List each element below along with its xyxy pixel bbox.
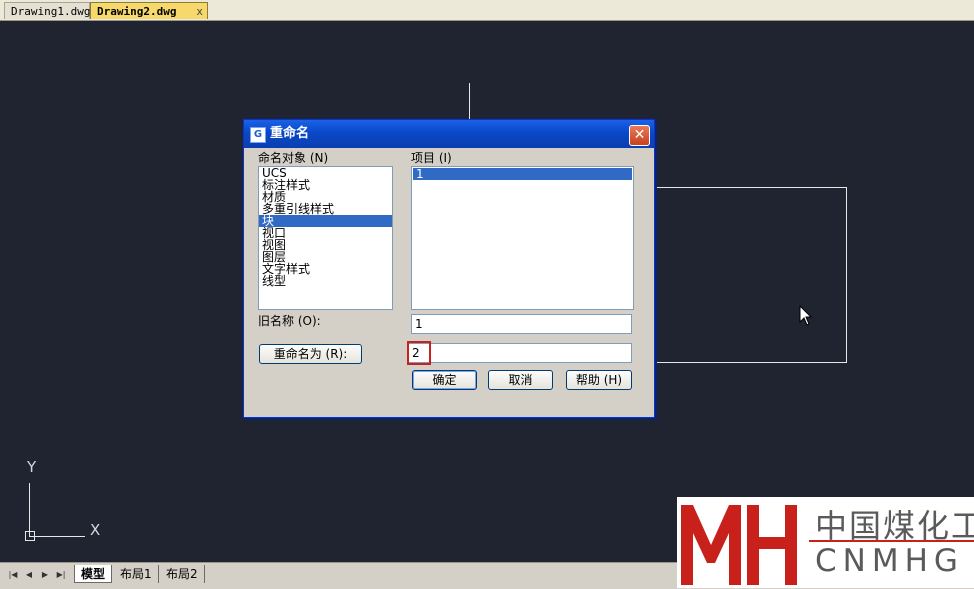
ucs-origin-box bbox=[25, 531, 35, 541]
drawing-line-vertical bbox=[469, 83, 470, 123]
watermark-english-text: CNMHG bbox=[815, 543, 964, 579]
tab-model[interactable]: 模型 bbox=[74, 565, 113, 583]
rename-to-button[interactable]: 重命名为 (R): bbox=[259, 344, 362, 364]
list-item-selected[interactable]: 1 bbox=[413, 168, 632, 180]
ok-button[interactable]: 确定 bbox=[412, 370, 477, 390]
dialog-title-bar[interactable]: G 重命名 ✕ bbox=[244, 120, 654, 148]
rename-to-field[interactable]: 2 bbox=[408, 343, 632, 363]
mouse-pointer-icon bbox=[799, 305, 813, 326]
list-item[interactable]: 多重引线样式 bbox=[259, 203, 392, 215]
tab-label: Drawing1.dwg bbox=[11, 5, 91, 18]
ucs-y-label: Y bbox=[27, 458, 37, 476]
app-icon: G bbox=[250, 127, 266, 143]
list-item[interactable]: 线型 bbox=[259, 275, 392, 287]
highlight-box bbox=[407, 341, 431, 365]
ucs-x-label: X bbox=[90, 521, 101, 539]
tab-layout2[interactable]: 布局2 bbox=[160, 565, 205, 583]
drawing-rect-top bbox=[652, 187, 847, 188]
close-button[interactable]: ✕ bbox=[629, 125, 650, 146]
dialog-title: 重命名 bbox=[270, 126, 310, 141]
tab-label: Drawing2.dwg bbox=[97, 5, 177, 18]
named-objects-list[interactable]: UCS 标注样式 材质 多重引线样式 块 视口 视图 图层 文字样式 线型 bbox=[258, 166, 393, 310]
cancel-button[interactable]: 取消 bbox=[488, 370, 553, 390]
document-tab-bar: Drawing1.dwg Drawing2.dwg x bbox=[0, 0, 974, 21]
next-layout-icon[interactable]: ▶ bbox=[38, 568, 52, 582]
cnmhg-logo-icon bbox=[677, 497, 803, 588]
ucs-y-axis bbox=[29, 483, 30, 537]
watermark-divider bbox=[809, 540, 974, 542]
items-list[interactable]: 1 bbox=[411, 166, 634, 310]
help-button[interactable]: 帮助 (H) bbox=[566, 370, 632, 390]
tab-drawing1[interactable]: Drawing1.dwg bbox=[4, 2, 90, 19]
last-layout-icon[interactable]: ▶| bbox=[54, 568, 68, 582]
old-name-label: 旧名称 (O): bbox=[258, 314, 321, 328]
prev-layout-icon[interactable]: ◀ bbox=[22, 568, 36, 582]
old-name-field: 1 bbox=[411, 314, 632, 334]
watermark: 中国煤化工 CNMHG bbox=[677, 497, 974, 588]
rename-dialog: G 重命名 ✕ 命名对象 (N) 项目 (I) UCS 标注样式 材质 多重引线… bbox=[243, 119, 655, 418]
first-layout-icon[interactable]: |◀ bbox=[6, 568, 20, 582]
items-label: 项目 (I) bbox=[411, 151, 452, 165]
drawing-rect-bottom bbox=[652, 362, 847, 363]
ucs-x-axis bbox=[29, 536, 85, 537]
drawing-rect-right bbox=[846, 187, 847, 363]
tab-close-icon[interactable]: x bbox=[196, 3, 203, 20]
tab-layout1[interactable]: 布局1 bbox=[114, 565, 159, 583]
named-objects-label: 命名对象 (N) bbox=[258, 151, 329, 165]
tab-drawing2[interactable]: Drawing2.dwg x bbox=[90, 2, 208, 19]
